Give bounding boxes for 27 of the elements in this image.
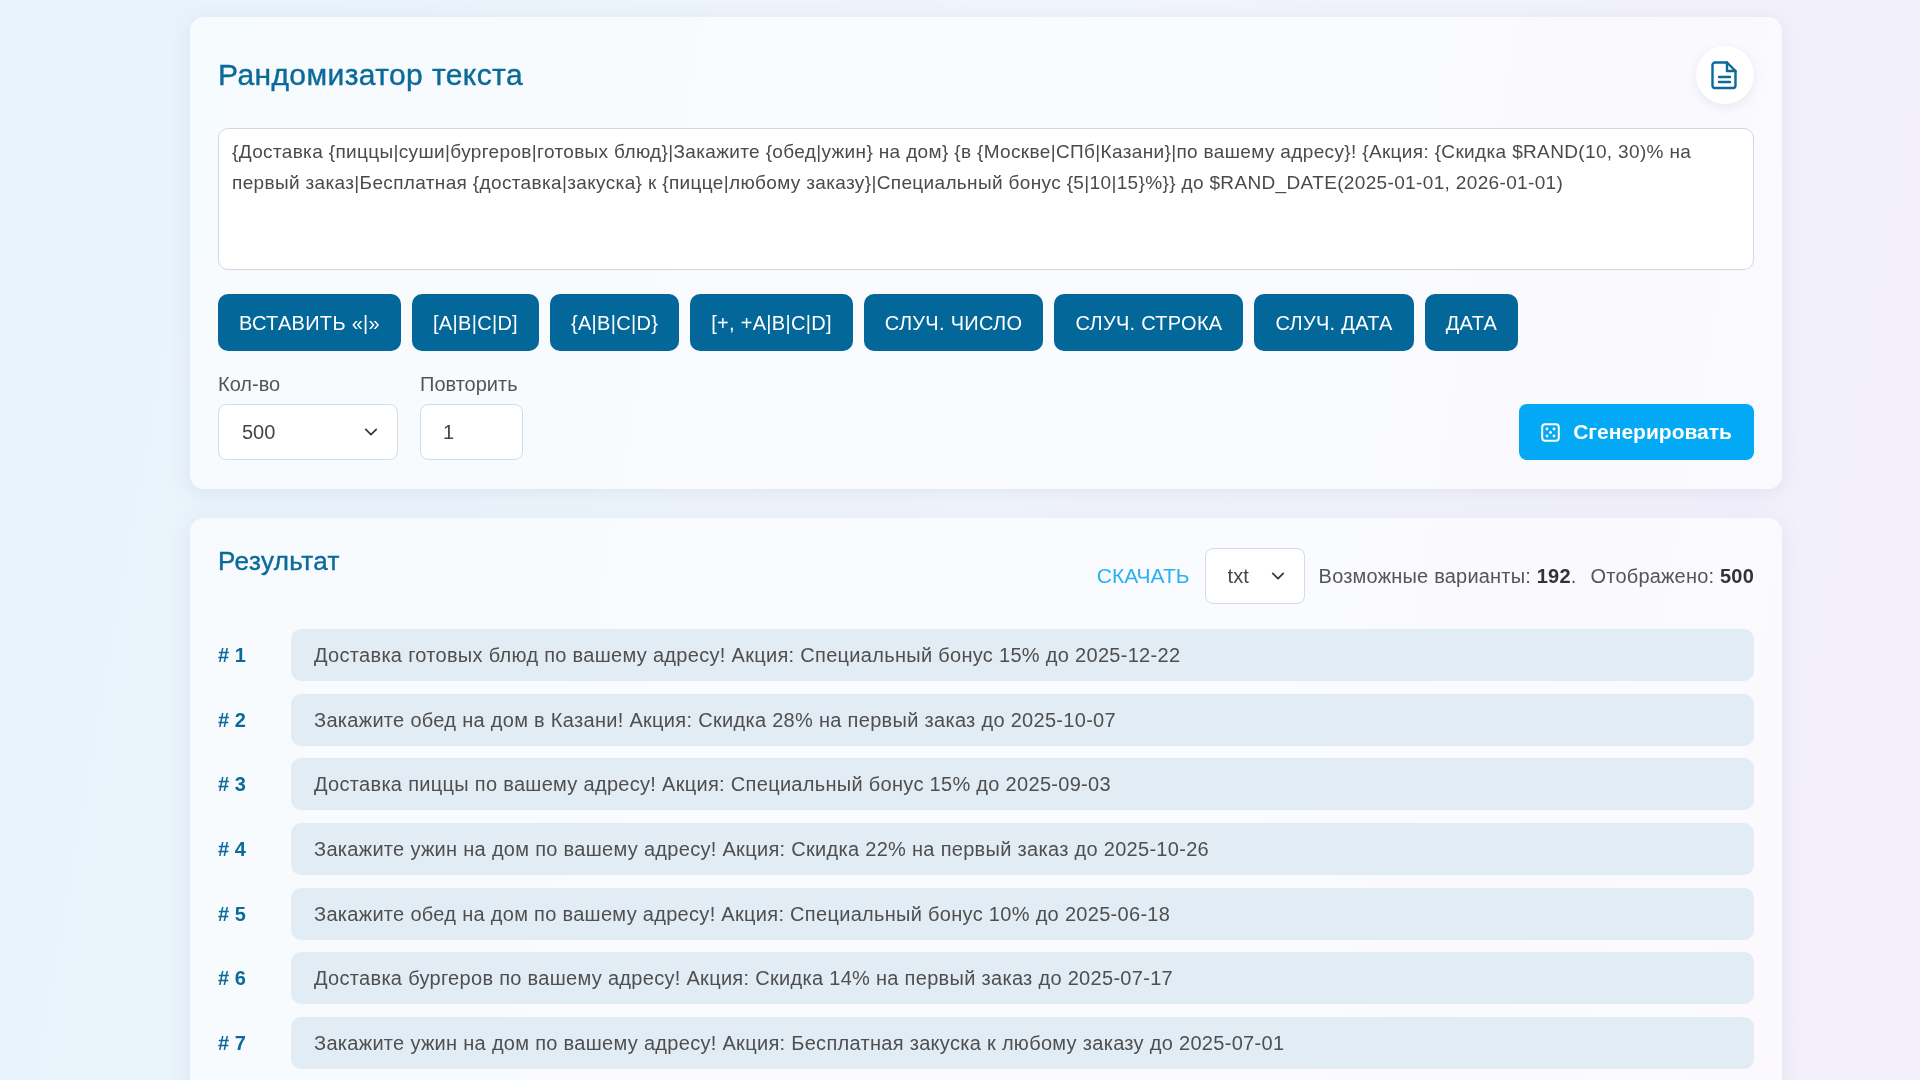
stat-text: Возможные варианты: 192. <box>1318 564 1577 589</box>
line-number: # 3 <box>218 772 247 798</box>
line-number: # 2 <box>218 707 247 733</box>
insert-button[interactable]: [+, +A|B|C|D] <box>690 294 853 351</box>
document-icon <box>1711 60 1739 90</box>
insert-button[interactable]: СЛУЧ. ДАТА <box>1254 294 1414 351</box>
insert-button[interactable]: ВСТАВИТЬ «|» <box>218 294 401 351</box>
insert-button[interactable]: СЛУЧ. ЧИСЛО <box>863 294 1044 351</box>
insert-button[interactable]: [A|B|C|D] <box>412 294 539 351</box>
insert-button[interactable]: {A|B|C|D} <box>550 294 680 351</box>
stat-text: Отображено: 500 <box>1590 564 1754 589</box>
repeat-label: Повторить <box>420 373 519 395</box>
format-select[interactable]: txt <box>1204 548 1305 604</box>
count-select[interactable]: 500 <box>218 404 398 460</box>
line-number: # 7 <box>218 1031 247 1057</box>
repeat-field[interactable]: 1 <box>420 404 523 460</box>
line-number: # 6 <box>218 966 247 992</box>
dice-icon <box>1541 422 1561 442</box>
line-number: # 4 <box>218 837 247 863</box>
line-number: # 5 <box>218 901 247 927</box>
insert-button[interactable]: ДАТА <box>1424 294 1519 351</box>
line-number: # 1 <box>218 643 247 668</box>
count-label: Кол-во <box>218 373 282 395</box>
template-field[interactable]: {Доставка {пиццы|суши|бургеров|готовых блюд}|Закажите {обед|ужин} на дом} {в {Москве|СПб|Казани}|по вашему адресу}! {Акция: {Скидка $RAND(10, 30)% на первый заказ|Бесплатная {доставка|закуска} к {пицце|любому заказу}|Специальный бонус {5|10|15}%}} до $RAND_DATE(2025-01-01, 2026-01-01) <box>218 128 1754 270</box>
panel-title: Рандомизатор текста <box>218 57 523 93</box>
insert-button[interactable]: СЛУЧ. СТРОКА <box>1054 294 1244 351</box>
result-title: Результат <box>218 546 340 578</box>
